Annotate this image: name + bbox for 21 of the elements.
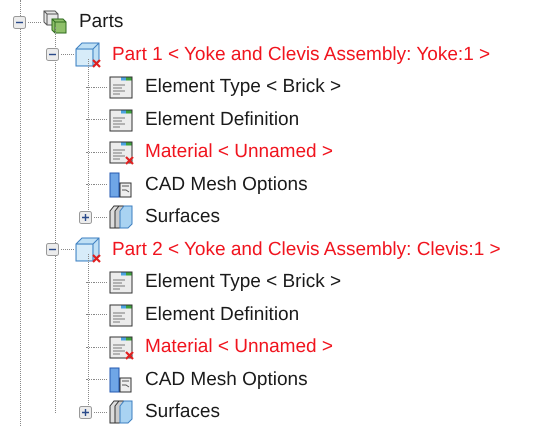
tree-item-label[interactable]: Parts xyxy=(79,8,124,36)
tree-item-label[interactable]: CAD Mesh Options xyxy=(145,170,308,199)
tree-item-label[interactable]: Element Definition xyxy=(145,300,300,329)
collapse-toggle[interactable] xyxy=(13,16,26,29)
panels-icon xyxy=(107,398,135,426)
tree-item-label[interactable]: Material < Unnamed > xyxy=(145,138,333,166)
tree-item-label[interactable]: Part 2 < Yoke and Clevis Assembly: Clevis:1 > xyxy=(112,236,501,264)
tree-item-label[interactable]: Element Definition xyxy=(145,106,300,134)
expand-toggle[interactable] xyxy=(79,406,92,419)
collapse-toggle[interactable] xyxy=(46,243,59,256)
cubes-icon xyxy=(41,8,69,36)
tree-item-label[interactable]: Part 1 < Yoke and Clevis Assembly: Yoke:1 > xyxy=(112,40,490,69)
tree-item-label[interactable]: Surfaces xyxy=(145,398,220,426)
tree-item-label[interactable]: Element Type < Brick > xyxy=(145,268,342,296)
tree-item-label[interactable]: Surfaces xyxy=(145,203,220,232)
panels-icon xyxy=(107,203,135,232)
tree-item-label[interactable]: Material < Unnamed > xyxy=(145,333,333,362)
tree-item-label[interactable]: Element Type < Brick > xyxy=(145,73,342,102)
tree-item-label[interactable]: CAD Mesh Options xyxy=(145,366,308,394)
expand-toggle[interactable] xyxy=(79,210,92,224)
collapse-toggle[interactable] xyxy=(46,48,59,62)
